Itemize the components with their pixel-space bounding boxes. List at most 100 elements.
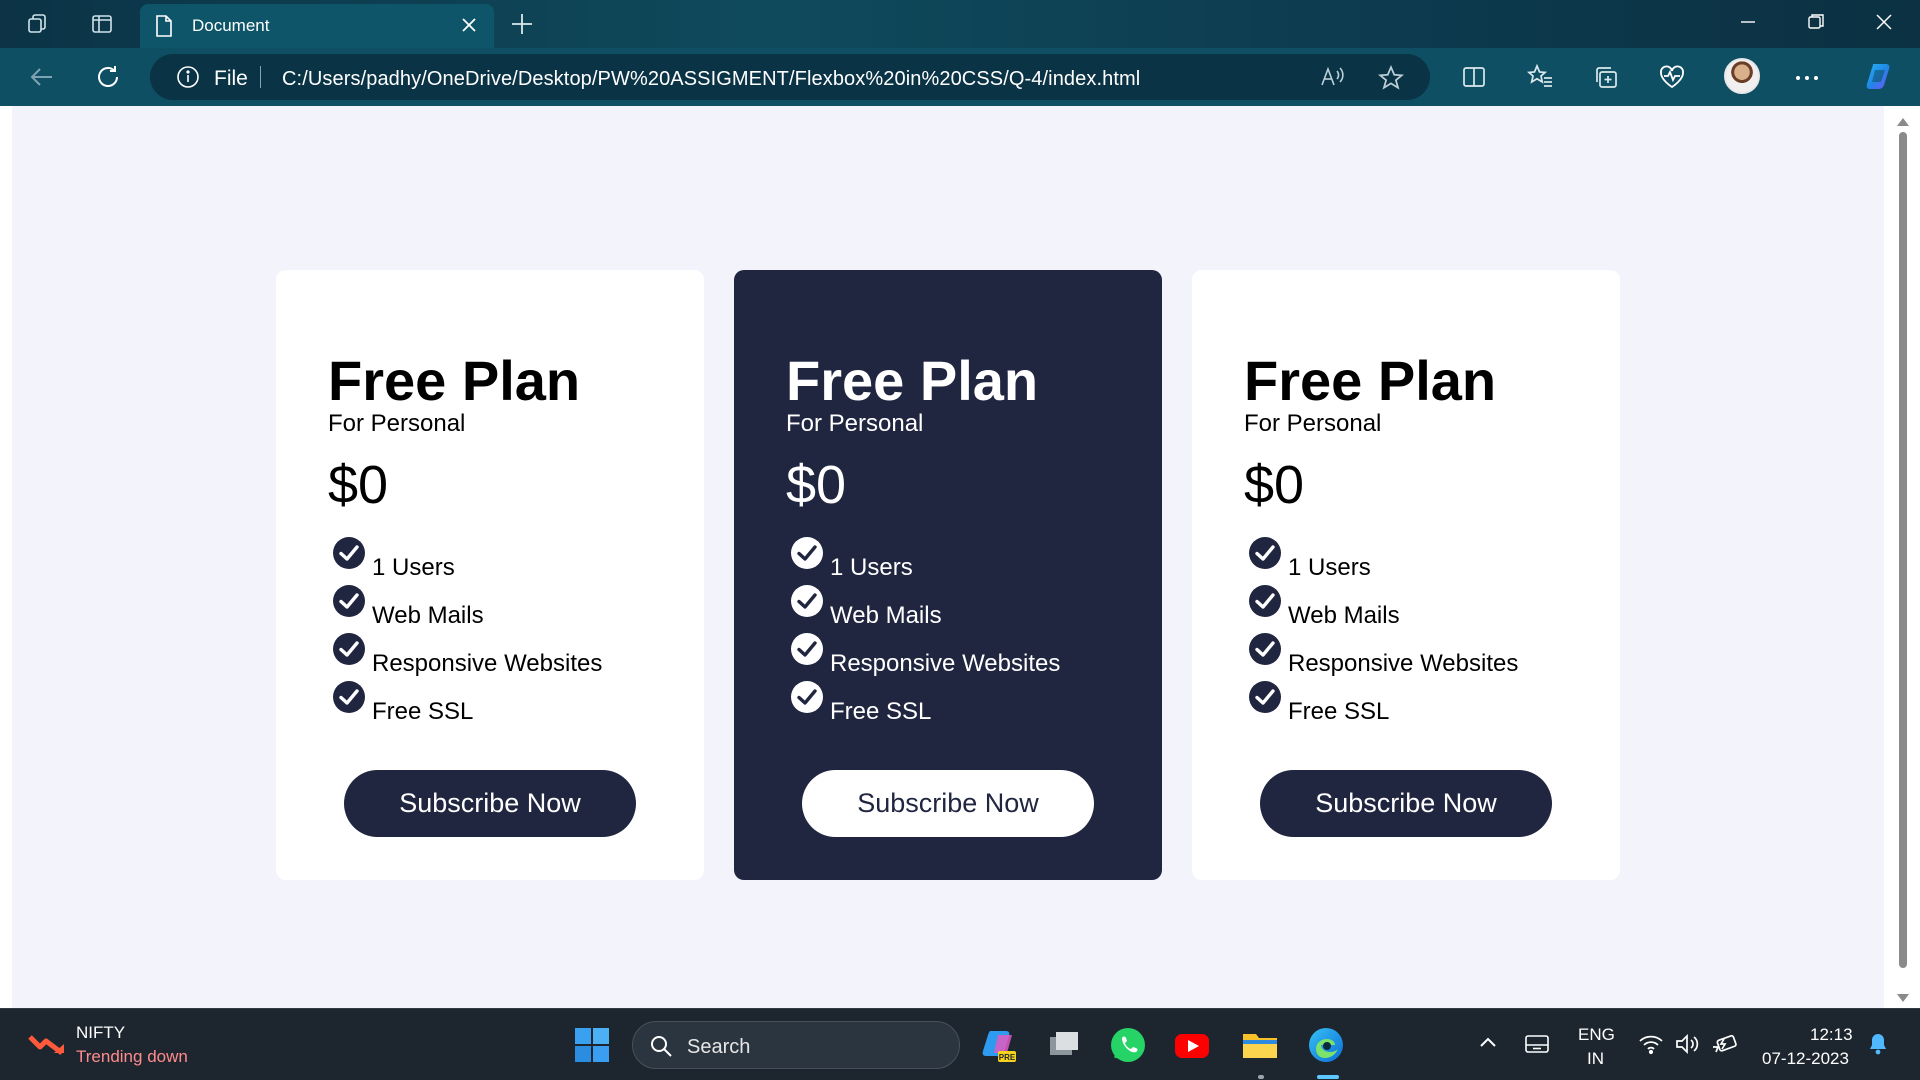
feature-text: Free SSL bbox=[372, 698, 474, 725]
more-options-icon[interactable] bbox=[1794, 70, 1820, 88]
plan-subtitle: For Personal bbox=[1244, 410, 1382, 437]
windows-taskbar: NIFTY Trending down Search PRE ENG IN 12… bbox=[0, 1008, 1920, 1080]
check-circle-icon bbox=[790, 584, 824, 625]
svg-text:PRE: PRE bbox=[999, 1053, 1016, 1062]
show-hidden-icons-chevron-icon[interactable] bbox=[1478, 1035, 1498, 1054]
document-icon bbox=[154, 14, 174, 43]
search-placeholder: Search bbox=[687, 1036, 751, 1058]
notification-bell-icon[interactable] bbox=[1866, 1031, 1890, 1062]
check-circle-icon bbox=[1248, 680, 1282, 721]
close-window-icon[interactable] bbox=[1872, 10, 1896, 39]
touch-keyboard-icon[interactable] bbox=[1524, 1033, 1550, 1060]
check-circle-icon bbox=[790, 536, 824, 577]
add-favorite-star-icon[interactable] bbox=[1377, 64, 1405, 96]
windows-start-icon[interactable] bbox=[574, 1027, 610, 1068]
close-tab-icon[interactable] bbox=[460, 16, 478, 39]
taskbar-search[interactable]: Search bbox=[632, 1021, 960, 1069]
address-scheme-label: File bbox=[214, 67, 248, 90]
address-bar[interactable]: File C:/Users/padhy/OneDrive/Desktop/PW%… bbox=[150, 54, 1430, 100]
plan-title: Free Plan bbox=[786, 349, 1039, 412]
wifi-icon[interactable] bbox=[1638, 1033, 1664, 1060]
copilot-icon[interactable] bbox=[1862, 58, 1898, 94]
feature-text: 1 Users bbox=[1288, 554, 1371, 581]
split-screen-icon[interactable] bbox=[1460, 63, 1488, 96]
stock-trend-icon[interactable] bbox=[28, 1031, 66, 1062]
plan-price: $0 bbox=[328, 455, 389, 515]
app-running-indicator bbox=[1258, 1075, 1264, 1079]
plan-price: $0 bbox=[786, 455, 847, 515]
feature-text: Responsive Websites bbox=[1288, 650, 1519, 677]
language-code[interactable]: ENG bbox=[1578, 1025, 1615, 1045]
check-circle-icon bbox=[332, 584, 366, 625]
plan-subtitle: For Personal bbox=[328, 410, 466, 437]
plan-title: Free Plan bbox=[1244, 349, 1497, 412]
check-circle-icon bbox=[1248, 632, 1282, 673]
tab-title: Document bbox=[192, 16, 270, 35]
feature-text: Web Mails bbox=[1288, 602, 1400, 629]
viewport-left-edge bbox=[0, 106, 12, 1008]
collections-icon[interactable] bbox=[1592, 63, 1620, 96]
refresh-icon[interactable] bbox=[94, 63, 122, 96]
plan-price: $0 bbox=[1244, 455, 1305, 515]
new-tab-icon[interactable] bbox=[508, 10, 536, 43]
tab-document[interactable]: Document bbox=[140, 4, 494, 48]
widget-status[interactable]: Trending down bbox=[76, 1047, 188, 1067]
plan-title: Free Plan bbox=[328, 349, 581, 412]
info-icon[interactable] bbox=[176, 65, 200, 94]
feature-text: Responsive Websites bbox=[372, 650, 603, 677]
whatsapp-icon[interactable] bbox=[1108, 1025, 1148, 1065]
read-aloud-icon[interactable] bbox=[1320, 65, 1346, 94]
check-circle-icon bbox=[790, 632, 824, 673]
minimize-icon[interactable] bbox=[1736, 10, 1760, 39]
restore-icon[interactable] bbox=[1804, 10, 1828, 39]
scroll-down-arrow-icon[interactable] bbox=[1896, 990, 1910, 1008]
volume-icon[interactable] bbox=[1674, 1033, 1700, 1060]
clock-date[interactable]: 07-12-2023 bbox=[1762, 1049, 1849, 1069]
feature-text: Free SSL bbox=[830, 698, 932, 725]
favorites-icon[interactable] bbox=[1526, 63, 1554, 96]
check-circle-icon bbox=[332, 632, 366, 673]
browser-title-bar: Document bbox=[0, 0, 1920, 48]
battery-charging-icon[interactable] bbox=[1710, 1033, 1738, 1060]
vertical-tabs-icon[interactable] bbox=[90, 12, 114, 36]
check-circle-icon bbox=[332, 680, 366, 721]
back-arrow-icon[interactable] bbox=[28, 63, 56, 96]
feature-text: Web Mails bbox=[372, 602, 484, 629]
scroll-up-arrow-icon[interactable] bbox=[1896, 114, 1910, 132]
youtube-icon[interactable] bbox=[1172, 1025, 1212, 1065]
feature-text: 1 Users bbox=[372, 554, 455, 581]
active-app-indicator bbox=[1317, 1075, 1339, 1079]
search-icon bbox=[649, 1034, 673, 1063]
feature-text: Web Mails bbox=[830, 602, 942, 629]
check-circle-icon bbox=[332, 536, 366, 577]
task-view-icon[interactable] bbox=[1044, 1025, 1084, 1065]
feature-text: Responsive Websites bbox=[830, 650, 1061, 677]
pricing-card-2: Free Plan For Personal $0 1 Users Web Ma… bbox=[734, 270, 1162, 880]
feature-text: 1 Users bbox=[830, 554, 913, 581]
profile-avatar[interactable] bbox=[1724, 58, 1760, 94]
language-region[interactable]: IN bbox=[1587, 1049, 1604, 1069]
feature-text: Free SSL bbox=[1288, 698, 1390, 725]
subscribe-now-button[interactable]: Subscribe Now bbox=[802, 770, 1094, 837]
edge-browser-icon[interactable] bbox=[1306, 1025, 1346, 1065]
vertical-scrollbar[interactable] bbox=[1884, 106, 1920, 1008]
plan-subtitle: For Personal bbox=[786, 410, 924, 437]
copilot-preview-icon[interactable]: PRE bbox=[980, 1025, 1020, 1065]
url-text[interactable]: C:/Users/padhy/OneDrive/Desktop/PW%20ASS… bbox=[282, 68, 1140, 91]
address-divider bbox=[260, 66, 261, 88]
check-circle-icon bbox=[1248, 536, 1282, 577]
pricing-card-1: Free Plan For Personal $0 1 Users Web Ma… bbox=[276, 270, 704, 880]
file-explorer-icon[interactable] bbox=[1240, 1025, 1280, 1065]
widget-title[interactable]: NIFTY bbox=[76, 1023, 125, 1043]
scrollbar-thumb[interactable] bbox=[1899, 132, 1907, 968]
subscribe-now-button[interactable]: Subscribe Now bbox=[344, 770, 636, 837]
page-content: Free Plan For Personal $0 1 Users Web Ma… bbox=[12, 106, 1884, 1008]
check-circle-icon bbox=[1248, 584, 1282, 625]
pricing-card-3: Free Plan For Personal $0 1 Users Web Ma… bbox=[1192, 270, 1620, 880]
browser-essentials-icon[interactable] bbox=[1658, 63, 1686, 96]
browser-toolbar: File C:/Users/padhy/OneDrive/Desktop/PW%… bbox=[0, 48, 1920, 106]
check-circle-icon bbox=[790, 680, 824, 721]
clock-time[interactable]: 12:13 bbox=[1810, 1025, 1853, 1045]
subscribe-now-button[interactable]: Subscribe Now bbox=[1260, 770, 1552, 837]
workspaces-icon[interactable] bbox=[26, 12, 50, 36]
